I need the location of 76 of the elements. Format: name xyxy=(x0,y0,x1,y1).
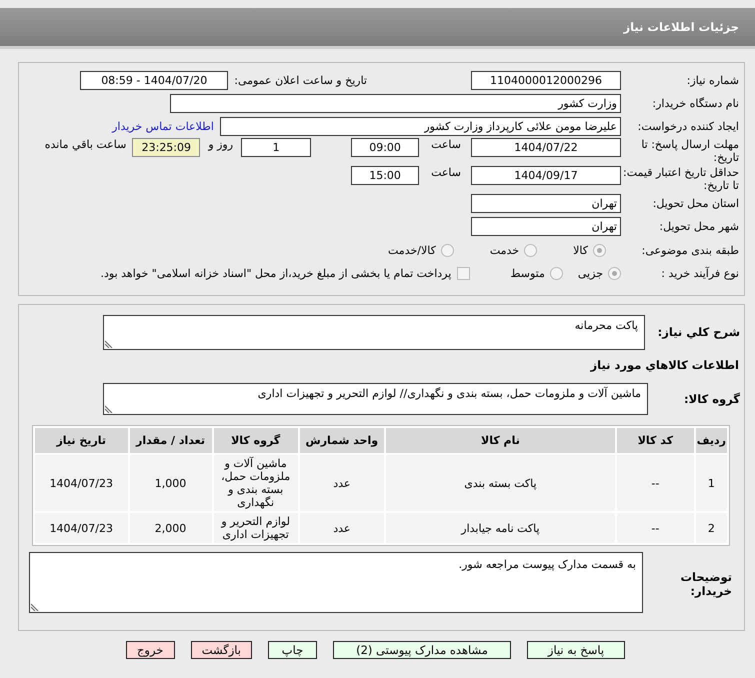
resize-grip-icon[interactable] xyxy=(105,405,113,413)
validity-date-field[interactable]: 1404/09/17 xyxy=(471,166,621,185)
field-label: نام دستگاه خریدار: xyxy=(651,97,740,110)
table-cell: 1 xyxy=(696,455,727,511)
resize-grip-icon[interactable] xyxy=(31,603,39,611)
field-label: روز و xyxy=(208,138,234,151)
table-cell: عدد xyxy=(300,455,384,511)
radio-button[interactable] xyxy=(440,244,454,257)
option-label: خدمت xyxy=(490,244,520,257)
section-heading: اطلاعات کالاهاي مورد نیاز xyxy=(590,358,739,372)
field-label: حداقل تاریخ اعتبار قیمت: تا تاریخ: xyxy=(622,166,740,192)
deadline-time-field[interactable]: 09:00 xyxy=(351,138,420,157)
buyer-notes-box[interactable]: به قسمت مدارک پیوست مراجعه شور. xyxy=(29,552,643,613)
need-number-field[interactable]: 1104000012000296 xyxy=(471,71,621,90)
column-header: تاریخ نیاز xyxy=(35,428,128,453)
validity-time-field[interactable]: 15:00 xyxy=(351,166,420,185)
page-title: جزئیات اطلاعات نیاز xyxy=(623,20,739,34)
description-box[interactable]: پاکت محرمانه xyxy=(103,315,645,350)
table-cell: عدد xyxy=(300,513,384,543)
radio-button[interactable] xyxy=(608,267,621,280)
field-label: نوع فرآیند خرید : xyxy=(660,267,740,280)
announce-date-field[interactable]: 1404/07/20 - 08:59 xyxy=(80,71,228,90)
column-header: گروه کالا xyxy=(214,428,298,453)
field-label: ایجاد کننده درخواست: xyxy=(636,120,740,133)
buyer-contact-link[interactable]: اطلاعات تماس خریدار xyxy=(112,120,214,133)
option-label: جزیی xyxy=(578,267,603,280)
field-label: تاریخ و ساعت اعلان عمومی: xyxy=(234,74,367,87)
field-label: طبقه بندی موضوعی: xyxy=(640,244,740,257)
option-label: متوسط xyxy=(510,267,545,280)
field-label: گروه کالا: xyxy=(683,392,740,406)
table-cell: پاکت بسته بندی xyxy=(386,455,615,511)
city-field[interactable]: تهران xyxy=(471,217,621,236)
buyer-field[interactable]: وزارت کشور xyxy=(170,94,621,113)
table-cell: 1404/07/23 xyxy=(35,513,128,543)
table-cell: 2 xyxy=(696,513,727,543)
field-label: توضیحات خریدار: xyxy=(680,569,733,598)
option-label: کالا xyxy=(573,244,588,257)
checkbox[interactable] xyxy=(457,267,470,280)
action-button[interactable]: پاسخ به نیاز xyxy=(527,641,625,659)
treasury-payment-text: پرداخت تمام یا بخشی از مبلغ خرید،از محل "اسناد خزانه اسلامی" خواهد بود. xyxy=(100,267,452,280)
field-label: ساعت باقي مانده xyxy=(44,138,126,151)
days-field[interactable]: 1 xyxy=(241,138,312,157)
column-header: نام کالا xyxy=(386,428,615,453)
option-label: کالا/خدمت xyxy=(388,244,436,257)
column-header: کد کالا xyxy=(616,428,694,453)
table-cell: -- xyxy=(616,513,694,543)
action-button[interactable]: خروج xyxy=(126,641,175,659)
field-label: ساعت xyxy=(431,166,461,179)
table-cell: 1404/07/23 xyxy=(35,455,128,511)
radio-button[interactable] xyxy=(550,267,563,280)
resize-grip-icon[interactable] xyxy=(105,340,113,348)
field-label: شرح کلي نیاز: xyxy=(656,325,740,339)
goods-group-box[interactable]: ماشین آلات و ملزومات حمل، بسته بندی و نگهداری// لوازم التحریر و تجهیزات اداری xyxy=(103,383,648,415)
field-label: مهلت ارسال پاسخ: تا تاریخ: xyxy=(640,138,740,164)
radio-button[interactable] xyxy=(593,244,606,257)
action-button[interactable]: چاپ xyxy=(268,641,317,659)
table-cell: لوازم التحریر و تجهیزات اداری xyxy=(214,513,298,543)
column-header: ردیف xyxy=(696,428,727,453)
province-field[interactable]: تهران xyxy=(471,194,621,213)
column-header: تعداد / مقدار xyxy=(130,428,212,453)
action-button[interactable]: مشاهده مدارک پیوستی (2) xyxy=(333,641,511,659)
table-cell: -- xyxy=(616,455,694,511)
table-cell: 2,000 xyxy=(130,513,212,543)
field-label: استان محل تحویل: xyxy=(652,197,740,210)
requester-field[interactable]: علیرضا مومن علائی کارپرداز وزارت کشور xyxy=(220,117,621,136)
radio-button[interactable] xyxy=(524,244,538,257)
column-header: واحد شمارش xyxy=(300,428,384,453)
field-label: شهر محل تحویل: xyxy=(658,220,740,233)
table-cell: پاکت نامه جیابدار xyxy=(386,513,615,543)
field-label: ساعت xyxy=(431,138,461,151)
field-label: شماره نیاز: xyxy=(686,74,740,87)
deadline-date-field[interactable]: 1404/07/22 xyxy=(471,138,621,157)
table-cell: ماشین آلات و ملزومات حمل، بسته بندی و نگهداری xyxy=(214,455,298,511)
table-cell: 1,000 xyxy=(130,455,212,511)
action-button[interactable]: بازگشت xyxy=(190,641,252,659)
remaining-time-field[interactable]: 23:25:09 xyxy=(132,138,200,157)
